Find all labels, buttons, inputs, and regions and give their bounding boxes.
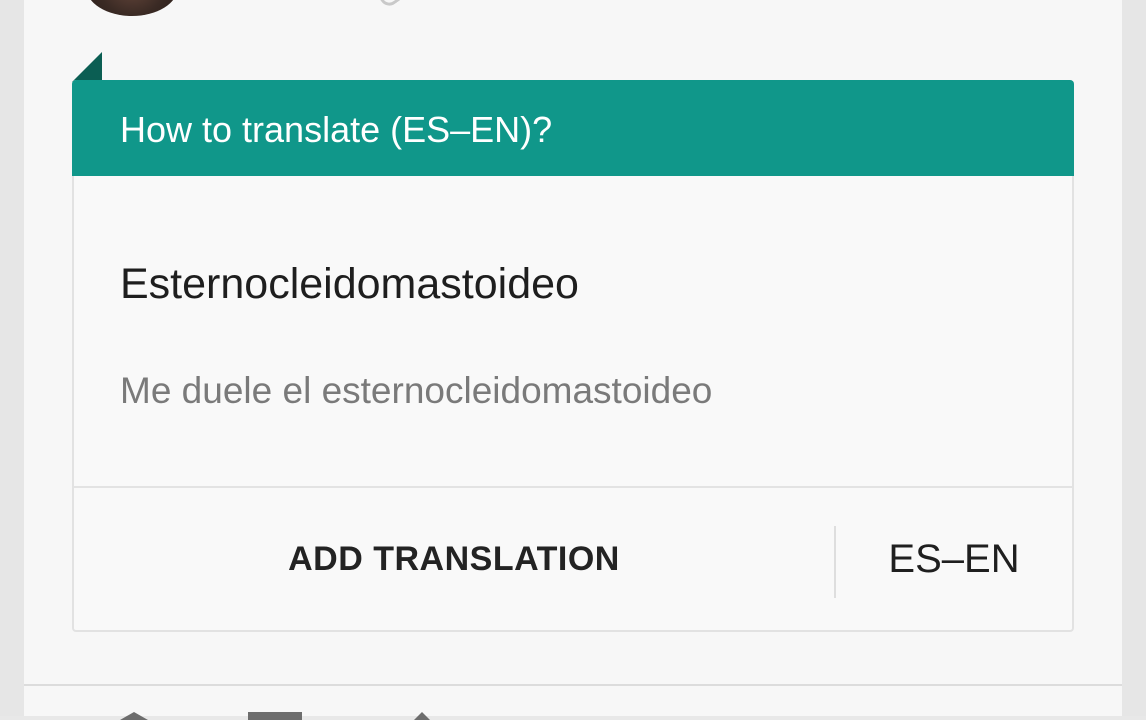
more-icon[interactable] [414,712,430,720]
share-icon[interactable] [120,712,148,720]
card-action-bar: ADD TRANSLATION ES–EN [74,488,1072,630]
card-title: How to translate (ES–EN)? [120,109,553,150]
translation-card: How to translate (ES–EN)? Esternocleidom… [72,80,1074,632]
add-translation-button[interactable]: ADD TRANSLATION [74,488,834,630]
post-action-bar [24,684,1122,720]
card-header: How to translate (ES–EN)? [72,80,1074,176]
language-pair-button[interactable]: ES–EN [836,488,1072,630]
comment-icon[interactable] [248,712,302,720]
source-word: Esternocleidomastoideo [120,260,579,308]
example-sentence: Me duele el esternocleidomastoideo [120,370,713,411]
screen: How to translate (ES–EN)? Esternocleidom… [0,0,1146,720]
